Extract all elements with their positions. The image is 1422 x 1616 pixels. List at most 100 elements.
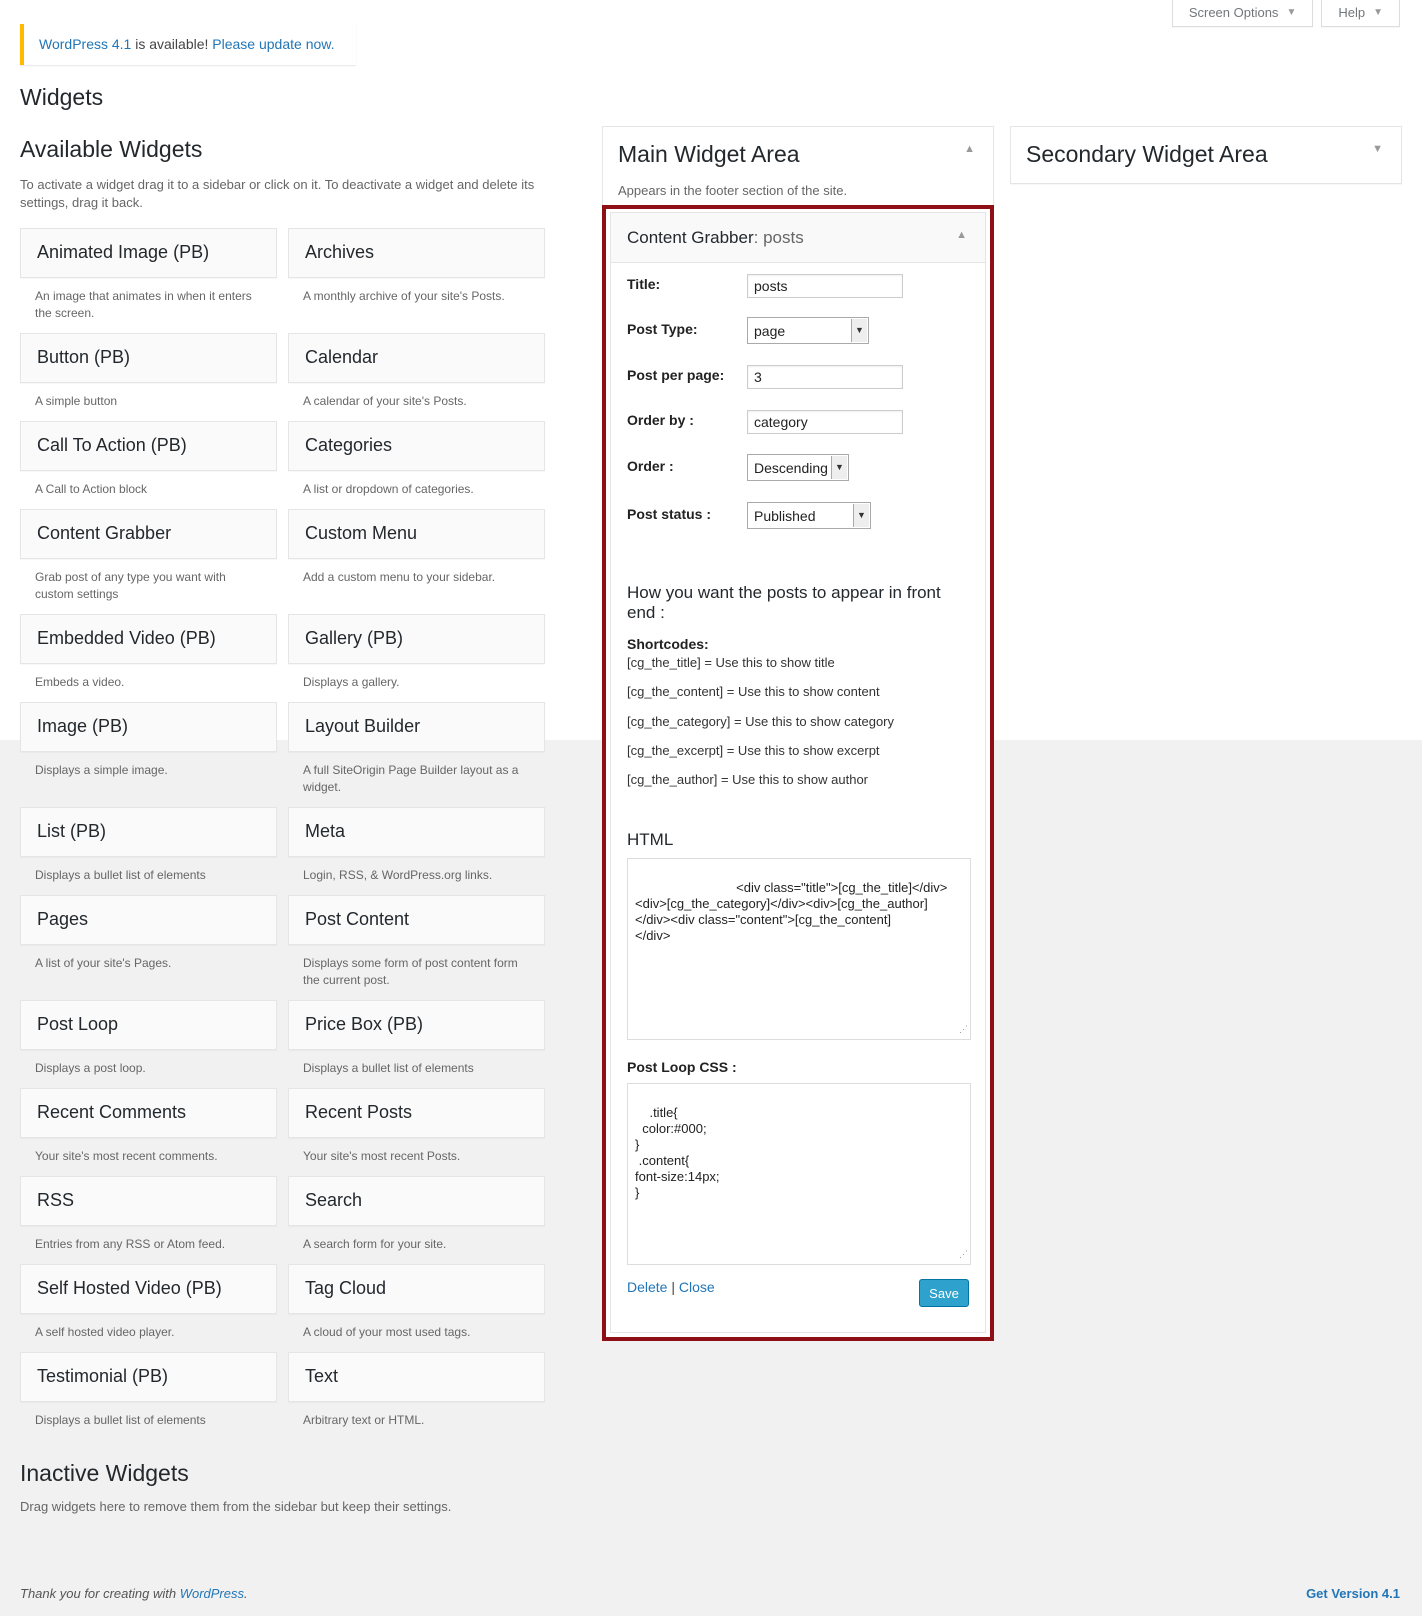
widget-item: Categories A list or dropdown of categori… <box>288 421 545 509</box>
widget-card[interactable]: Recent Comments <box>20 1088 277 1138</box>
widget-card[interactable]: Meta <box>288 807 545 857</box>
widget-card[interactable]: Image (PB) <box>20 702 277 752</box>
widget-item: Embedded Video (PB) Embeds a video. <box>20 614 277 702</box>
widget-item: Text Arbitrary text or HTML. <box>288 1352 545 1440</box>
widget-card[interactable]: Embedded Video (PB) <box>20 614 277 664</box>
widget-description: Add a custom menu to your sidebar. <box>303 570 496 584</box>
widget-description: Login, RSS, & WordPress.org links. <box>303 868 493 882</box>
widget-row: Post Loop Displays a post loop. Price Box … <box>20 1000 546 1088</box>
widget-card[interactable]: Categories <box>288 421 545 471</box>
main-widget-area[interactable]: Main Widget Area ▲ Appears in the footer… <box>602 126 994 204</box>
inactive-widgets-description: Drag widgets here to remove them from th… <box>20 1499 452 1514</box>
widget-item: Testimonial (PB) Displays a bullet list o… <box>20 1352 277 1440</box>
widget-row: Self Hosted Video (PB) A self hosted vide… <box>20 1264 546 1352</box>
widget-card[interactable]: List (PB) <box>20 807 277 857</box>
widget-description: Displays a bullet list of elements <box>303 1061 474 1075</box>
widget-item: Search A search form for your site. <box>288 1176 545 1264</box>
widget-item: Recent Posts Your site's most recent Post… <box>288 1088 545 1176</box>
screen-meta-links: Screen Options ▼ Help ▼ <box>1171 0 1400 27</box>
widget-card[interactable]: Call To Action (PB) <box>20 421 277 471</box>
available-widgets-description: To activate a widget drag it to a sideba… <box>20 177 535 210</box>
widget-row: Call To Action (PB) A Call to Action bloc… <box>20 421 546 509</box>
widget-description: Displays a bullet list of elements <box>35 1413 206 1427</box>
widget-description: A self hosted video player. <box>35 1325 175 1339</box>
secondary-widget-area[interactable]: Secondary Widget Area ▼ <box>1010 126 1402 184</box>
widget-description: A Call to Action block <box>35 482 148 496</box>
widget-card[interactable]: RSS <box>20 1176 277 1226</box>
widget-item: Post Content Displays some form of post c… <box>288 895 545 1000</box>
expand-arrow-icon[interactable]: ▼ <box>1372 143 1383 155</box>
widget-item: RSS Entries from any RSS or Atom feed. <box>20 1176 277 1264</box>
widget-card[interactable]: Testimonial (PB) <box>20 1352 277 1402</box>
widget-item: Meta Login, RSS, & WordPress.org links. <box>288 807 545 895</box>
widget-description: Displays a post loop. <box>35 1061 146 1075</box>
help-button[interactable]: Help ▼ <box>1321 0 1400 27</box>
widget-card[interactable]: Content Grabber <box>20 509 277 559</box>
footer-version-link[interactable]: Get Version 4.1 <box>1306 1586 1400 1601</box>
widget-description: Displays a bullet list of elements <box>35 868 206 882</box>
widget-item: Calendar A calendar of your site's Posts. <box>288 333 545 421</box>
widget-description: A full SiteOrigin Page Builder layout as… <box>303 763 519 794</box>
widget-item: Self Hosted Video (PB) A self hosted vide… <box>20 1264 277 1352</box>
widget-description: Grab post of any type you want with cust… <box>35 570 226 601</box>
widget-item: Archives A monthly archive of your site's… <box>288 228 545 333</box>
widget-description: Entries from any RSS or Atom feed. <box>35 1237 226 1251</box>
widget-card[interactable]: Calendar <box>288 333 545 383</box>
widget-description: A search form for your site. <box>303 1237 447 1251</box>
widget-item: Custom Menu Add a custom menu to your sid… <box>288 509 545 614</box>
widget-item: List (PB) Displays a bullet list of eleme… <box>20 807 277 895</box>
page-title: Widgets <box>20 84 104 110</box>
widget-card[interactable]: Tag Cloud <box>288 1264 545 1314</box>
widget-card[interactable]: Pages <box>20 895 277 945</box>
update-nag: WordPress 4.1 is available! Please updat… <box>20 24 356 65</box>
widget-item: Image (PB) Displays a simple image. <box>20 702 277 807</box>
widget-card[interactable]: Recent Posts <box>288 1088 545 1138</box>
widget-description: Your site's most recent comments. <box>35 1149 218 1163</box>
caret-down-icon: ▼ <box>1373 7 1383 18</box>
update-now-link[interactable]: Please update now. <box>212 36 334 52</box>
widget-description: An image that animates in when it enters… <box>35 289 252 320</box>
widget-card[interactable]: Button (PB) <box>20 333 277 383</box>
widget-description: A monthly archive of your site's Posts. <box>303 289 505 303</box>
widget-row: Testimonial (PB) Displays a bullet list o… <box>20 1352 546 1440</box>
widget-row: RSS Entries from any RSS or Atom feed. Sea… <box>20 1176 546 1264</box>
widget-item: Content Grabber Grab post of any type you… <box>20 509 277 614</box>
widget-row: Animated Image (PB) An image that animate… <box>20 228 546 333</box>
widget-card[interactable]: Animated Image (PB) <box>20 228 277 278</box>
widget-item: Post Loop Displays a post loop. <box>20 1000 277 1088</box>
widget-item: Button (PB) A simple button <box>20 333 277 421</box>
available-widgets-title: Available Widgets <box>20 136 203 162</box>
widget-description: A calendar of your site's Posts. <box>303 394 467 408</box>
widget-card[interactable]: Search <box>288 1176 545 1226</box>
widget-card[interactable]: Self Hosted Video (PB) <box>20 1264 277 1314</box>
highlight-frame <box>602 205 994 1341</box>
footer-thanks: Thank you for creating with WordPress. <box>20 1586 248 1601</box>
widget-item: Call To Action (PB) A Call to Action bloc… <box>20 421 277 509</box>
main-widget-area-title: Main Widget Area <box>618 141 800 167</box>
widget-item: Recent Comments Your site's most recent c… <box>20 1088 277 1176</box>
screen-options-button[interactable]: Screen Options ▼ <box>1171 0 1314 27</box>
widget-card[interactable]: Gallery (PB) <box>288 614 545 664</box>
widget-description: Embeds a video. <box>35 675 125 689</box>
wordpress-version-link[interactable]: WordPress 4.1 <box>39 36 131 52</box>
widget-item: Tag Cloud A cloud of your most used tags. <box>288 1264 545 1352</box>
widget-card[interactable]: Price Box (PB) <box>288 1000 545 1050</box>
widget-row: Image (PB) Displays a simple image. Layout… <box>20 702 546 807</box>
footer-wordpress-link[interactable]: WordPress <box>180 1586 244 1601</box>
widget-description: Displays a simple image. <box>35 763 168 777</box>
widget-description: Arbitrary text or HTML. <box>303 1413 425 1427</box>
widget-card[interactable]: Post Content <box>288 895 545 945</box>
widget-row: Recent Comments Your site's most recent c… <box>20 1088 546 1176</box>
widget-card[interactable]: Post Loop <box>20 1000 277 1050</box>
widget-card[interactable]: Custom Menu <box>288 509 545 559</box>
widget-item: Gallery (PB) Displays a gallery. <box>288 614 545 702</box>
widget-description: A simple button <box>35 394 118 408</box>
available-widgets-list: Animated Image (PB) An image that animate… <box>20 228 546 1440</box>
collapse-arrow-icon[interactable]: ▲ <box>964 143 975 155</box>
widget-description: Your site's most recent Posts. <box>303 1149 461 1163</box>
widget-card[interactable]: Archives <box>288 228 545 278</box>
widget-row: List (PB) Displays a bullet list of eleme… <box>20 807 546 895</box>
widget-card[interactable]: Text <box>288 1352 545 1402</box>
widget-description: Displays a gallery. <box>303 675 400 689</box>
widget-card[interactable]: Layout Builder <box>288 702 545 752</box>
